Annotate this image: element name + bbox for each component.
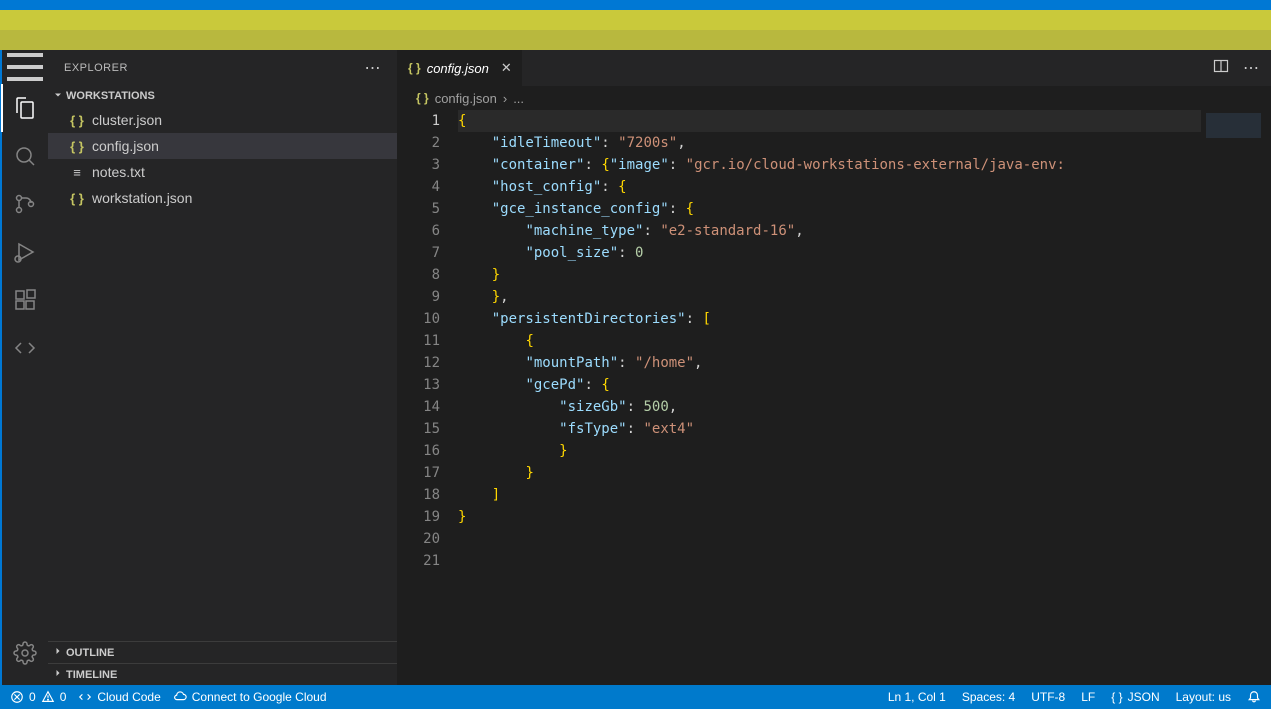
window-accent-bar2 [0,30,1271,50]
split-editor-icon[interactable] [1213,58,1229,79]
status-eol[interactable]: LF [1081,690,1095,704]
status-language[interactable]: { } JSON [1111,690,1159,704]
code-line[interactable]: } [458,462,1201,484]
tab-config-json[interactable]: { } config.json ✕ [398,50,523,86]
code-line[interactable] [458,528,1201,550]
code-line[interactable]: "pool_size": 0 [458,242,1201,264]
warning-count: 0 [60,690,67,704]
file-name: config.json [92,138,159,154]
breadcrumb-file: config.json [435,91,497,106]
code-line[interactable]: { [458,110,1201,132]
file-item-cluster-json[interactable]: { } cluster.json [48,107,397,133]
code-line[interactable]: "fsType": "ext4" [458,418,1201,440]
file-name: cluster.json [92,112,162,128]
code-line[interactable]: "container": {"image": "gcr.io/cloud-wor… [458,154,1201,176]
cloud-code-activity-icon[interactable] [1,324,49,372]
status-cloud-code[interactable]: Cloud Code [78,690,160,704]
status-problems[interactable]: 0 0 [10,690,66,704]
explorer-header: EXPLORER ⋯ [48,50,397,85]
source-control-activity-icon[interactable] [1,180,49,228]
editor-area: { } config.json ✕ ⋯ { } config.json › ..… [398,50,1271,685]
json-file-icon: { } [68,139,86,154]
tabs-row: { } config.json ✕ ⋯ [398,50,1271,86]
breadcrumb-separator: › [503,91,507,106]
breadcrumb[interactable]: { } config.json › ... [398,86,1271,110]
code-line[interactable] [458,550,1201,572]
window-top-border [0,0,1271,10]
chevron-right-icon [52,645,64,660]
file-item-workstation-json[interactable]: { } workstation.json [48,185,397,211]
code-line[interactable]: "idleTimeout": "7200s", [458,132,1201,154]
editor-body[interactable]: 123456789101112131415161718192021 { "idl… [398,110,1271,685]
code-line[interactable]: "sizeGb": 500, [458,396,1201,418]
explorer-title: EXPLORER [64,62,128,74]
explorer-activity-icon[interactable] [1,84,49,132]
connect-cloud-label: Connect to Google Cloud [192,690,327,704]
run-debug-activity-icon[interactable] [1,228,49,276]
search-activity-icon[interactable] [1,132,49,180]
breadcrumb-trail: ... [513,91,524,106]
code-line[interactable]: "gce_instance_config": { [458,198,1201,220]
code-line[interactable]: ] [458,484,1201,506]
file-item-config-json[interactable]: { } config.json [48,133,397,159]
json-file-icon: { } [408,61,421,75]
cloud-code-label: Cloud Code [97,690,160,704]
status-encoding[interactable]: UTF-8 [1031,690,1065,704]
chevron-down-icon [52,89,64,104]
status-cursor-position[interactable]: Ln 1, Col 1 [888,690,946,704]
app-menu-button[interactable] [1,50,49,84]
error-count: 0 [29,690,36,704]
outline-section[interactable]: OUTLINE [48,641,397,663]
code-line[interactable]: }, [458,286,1201,308]
text-file-icon: ≡ [68,165,86,180]
code-line[interactable]: "mountPath": "/home", [458,352,1201,374]
activity-bar [0,50,48,685]
status-indentation[interactable]: Spaces: 4 [962,690,1015,704]
timeline-label: TIMELINE [66,669,117,681]
code-line[interactable]: "host_config": { [458,176,1201,198]
workspace-folder-name: WORKSTATIONS [66,90,155,102]
file-item-notes-txt[interactable]: ≡ notes.txt [48,159,397,185]
json-file-icon: { } [68,113,86,128]
tab-close-icon[interactable]: ✕ [501,60,512,76]
editor-more-icon[interactable]: ⋯ [1243,58,1259,78]
file-list: { } cluster.json { } config.json ≡ notes.txt {… [48,107,397,641]
window-accent-bar [0,10,1271,30]
timeline-section[interactable]: TIMELINE [48,663,397,685]
tab-label: config.json [427,61,489,76]
line-number-gutter: 123456789101112131415161718192021 [398,110,458,685]
status-notifications-icon[interactable] [1247,690,1261,704]
minimap[interactable] [1201,110,1271,685]
code-line[interactable]: } [458,440,1201,462]
code-line[interactable]: "machine_type": "e2-standard-16", [458,220,1201,242]
explorer-sidebar: EXPLORER ⋯ WORKSTATIONS { }cluster.json{… [48,50,398,685]
file-name: workstation.json [92,190,192,206]
extensions-activity-icon[interactable] [1,276,49,324]
code-line[interactable]: { [458,330,1201,352]
workspace-folder-header[interactable]: WORKSTATIONS [48,85,397,107]
file-name: notes.txt [92,164,145,180]
code-line[interactable]: "gcePd": { [458,374,1201,396]
code-line[interactable]: } [458,264,1201,286]
code-line[interactable]: } [458,506,1201,528]
settings-gear-icon[interactable] [1,629,49,677]
explorer-more-icon[interactable]: ⋯ [365,58,382,78]
outline-label: OUTLINE [66,647,114,659]
status-connect-cloud[interactable]: Connect to Google Cloud [173,690,327,704]
json-braces-icon: { } [1111,690,1122,704]
code-content[interactable]: { "idleTimeout": "7200s", "container": {… [458,110,1201,685]
status-layout[interactable]: Layout: us [1176,690,1231,704]
json-file-icon: { } [416,91,429,105]
minimap-content [1206,113,1261,138]
status-bar: 0 0 Cloud Code Connect to Google Cloud L… [0,685,1271,709]
chevron-right-icon [52,667,64,682]
code-line[interactable]: "persistentDirectories": [ [458,308,1201,330]
json-file-icon: { } [68,191,86,206]
